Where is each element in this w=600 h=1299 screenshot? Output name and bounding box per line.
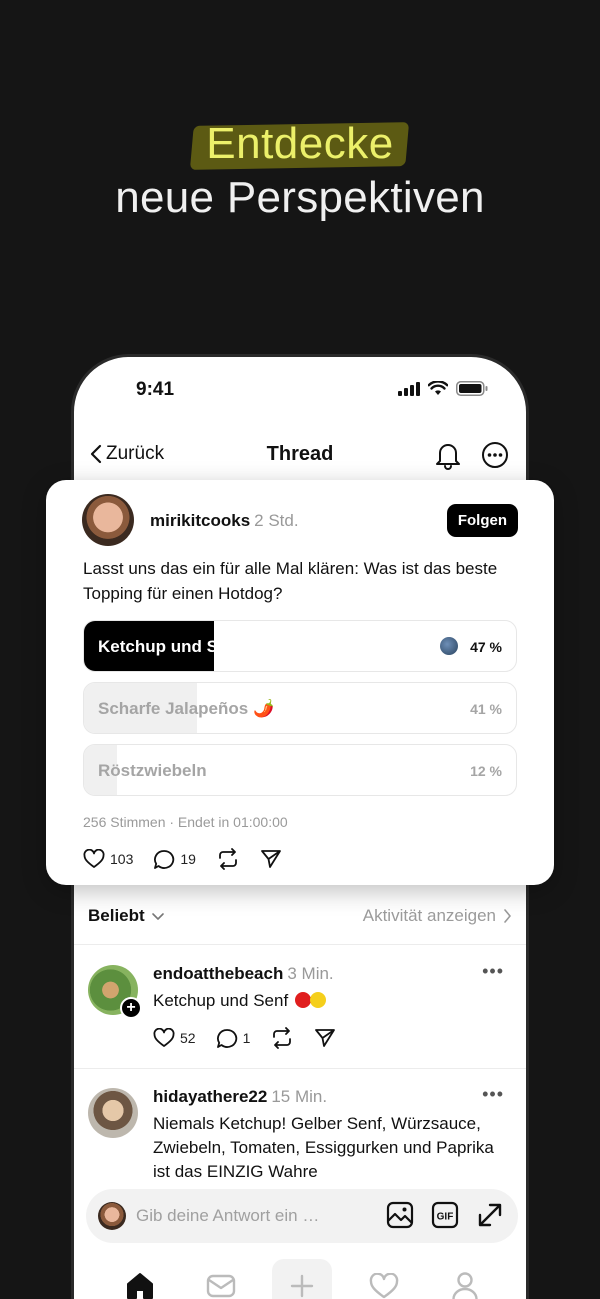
reply-actions: 52 1 [153,1027,356,1049]
like-button[interactable]: 103 [83,849,133,869]
battery-icon [456,381,488,396]
status-bar: 9:41 [74,357,526,427]
yellow-circle-emoji [309,992,326,1008]
reply-author[interactable]: endoatthebeach 3 Min. [153,964,334,984]
poll-option-label: Röstzwiebeln [98,761,207,780]
like-button[interactable]: 52 [153,1028,196,1048]
red-circle-emoji [294,992,311,1008]
nav-bar: Zurück Thread [74,435,526,479]
poll-option[interactable]: Röstzwiebeln 12 % [83,744,517,796]
comment-button[interactable]: 19 [153,849,196,870]
repost-icon [273,1027,292,1049]
more-icon[interactable]: ••• [482,1084,504,1105]
repost-icon [219,848,237,870]
inbox-icon [206,1274,236,1298]
gif-icon[interactable]: GIF [431,1201,459,1229]
more-circle-icon[interactable] [480,440,510,470]
follow-button[interactable]: Folgen [446,504,518,537]
composer-placeholder: Gib deine Antwort ein … [136,1206,320,1225]
status-time: 9:41 [136,379,175,400]
comment-icon [216,1028,237,1048]
reply-text-content: Ketchup und Senf [153,991,289,1010]
voter-avatar [440,637,458,655]
reply-item: hidayathere22 15 Min. ••• Niemals Ketchup… [74,1070,526,1190]
post-time: 2 Std. [254,511,299,530]
reply-time: 3 Min. [287,964,334,983]
tab-inbox[interactable] [191,1259,251,1299]
post-text: Lasst uns das ein für alle Mal klären: W… [83,559,498,603]
reply-time: 15 Min. [271,1087,328,1106]
like-count: 52 [180,1030,196,1046]
share-button[interactable] [260,849,282,869]
sort-dropdown[interactable]: Beliebt [88,906,165,926]
more-icon[interactable]: ••• [482,961,504,982]
reply-username: hidayathere22 [153,1087,268,1106]
sort-label: Beliebt [88,906,145,925]
headline-highlight: Entdecke [206,118,393,170]
poll-option[interactable]: Scharfe Jalapeños 🌶️ 41 % [83,682,517,734]
tab-activity[interactable] [354,1259,414,1299]
signal-icon [398,381,420,396]
tab-profile[interactable] [435,1259,495,1299]
send-icon [261,850,281,868]
activity-label: Aktivität anzeigen [362,906,496,925]
share-button[interactable] [314,1028,336,1048]
post-author[interactable]: mirikitcooks 2 Std. [150,511,299,531]
image-icon[interactable] [386,1201,414,1229]
expand-icon[interactable] [476,1201,504,1229]
heart-icon [369,1273,399,1299]
post-card: mirikitcooks 2 Std. Folgen Lasst uns das … [46,480,554,885]
like-count: 103 [110,851,134,867]
poll-meta: 256 Stimmen · Endet in 01:00:00 [83,814,288,830]
chevron-down-icon [151,913,164,920]
comment-icon [154,849,175,869]
poll-percent: 12 % [470,763,502,779]
repost-button[interactable] [216,848,240,870]
follow-plus-icon[interactable]: + [120,997,142,1019]
wifi-icon [428,381,448,395]
composer-icons: GIF [386,1201,504,1229]
reply-author[interactable]: hidayathere22 15 Min. [153,1087,327,1107]
headline-line2: neue Perspektiven [115,173,485,222]
send-icon [315,1029,336,1047]
profile-icon [452,1272,478,1299]
activity-link[interactable]: Aktivität anzeigen [363,906,512,926]
heart-icon [153,1028,175,1047]
headline-line1: Entdecke [206,119,394,168]
post-actions: 103 19 [83,848,302,870]
avatar[interactable] [88,1088,138,1138]
avatar[interactable] [82,494,134,546]
avatar [98,1202,126,1230]
home-icon [127,1273,153,1299]
reply-text: Niemals Ketchup! Gelber Senf, Würzsauce,… [153,1114,494,1181]
sort-row: Beliebt Aktivität anzeigen [74,895,526,945]
comment-button[interactable]: 1 [216,1028,251,1049]
poll-option[interactable]: Ketchup und Senf 47 % [83,620,517,672]
tab-new-post[interactable] [272,1259,332,1299]
heart-icon [83,849,105,868]
chevron-right-icon [504,909,511,923]
poll-option-label: Ketchup und Senf [98,637,244,656]
poll-percent: 41 % [470,701,502,717]
reply-username: endoatthebeach [153,964,284,983]
reply-composer[interactable]: Gib deine Antwort ein … GIF [86,1189,518,1243]
comment-count: 1 [242,1030,251,1046]
poll-percent: 47 % [470,639,502,655]
status-icons [398,381,488,396]
post-username: mirikitcooks [150,511,251,530]
plus-icon [290,1274,314,1298]
tab-bar [74,1257,526,1299]
promo-headline: Entdecke neue Perspektiven [0,118,600,224]
reply-text: Ketchup und Senf [153,989,513,1013]
repost-button[interactable] [270,1027,294,1049]
tab-home[interactable] [110,1259,170,1299]
comment-count: 19 [180,851,196,867]
svg-text:GIF: GIF [437,1212,454,1223]
bell-icon[interactable] [434,440,462,470]
reply-item: + endoatthebeach 3 Min. ••• Ketchup und S… [74,947,526,1069]
poll-option-label: Scharfe Jalapeños 🌶️ [98,699,275,718]
